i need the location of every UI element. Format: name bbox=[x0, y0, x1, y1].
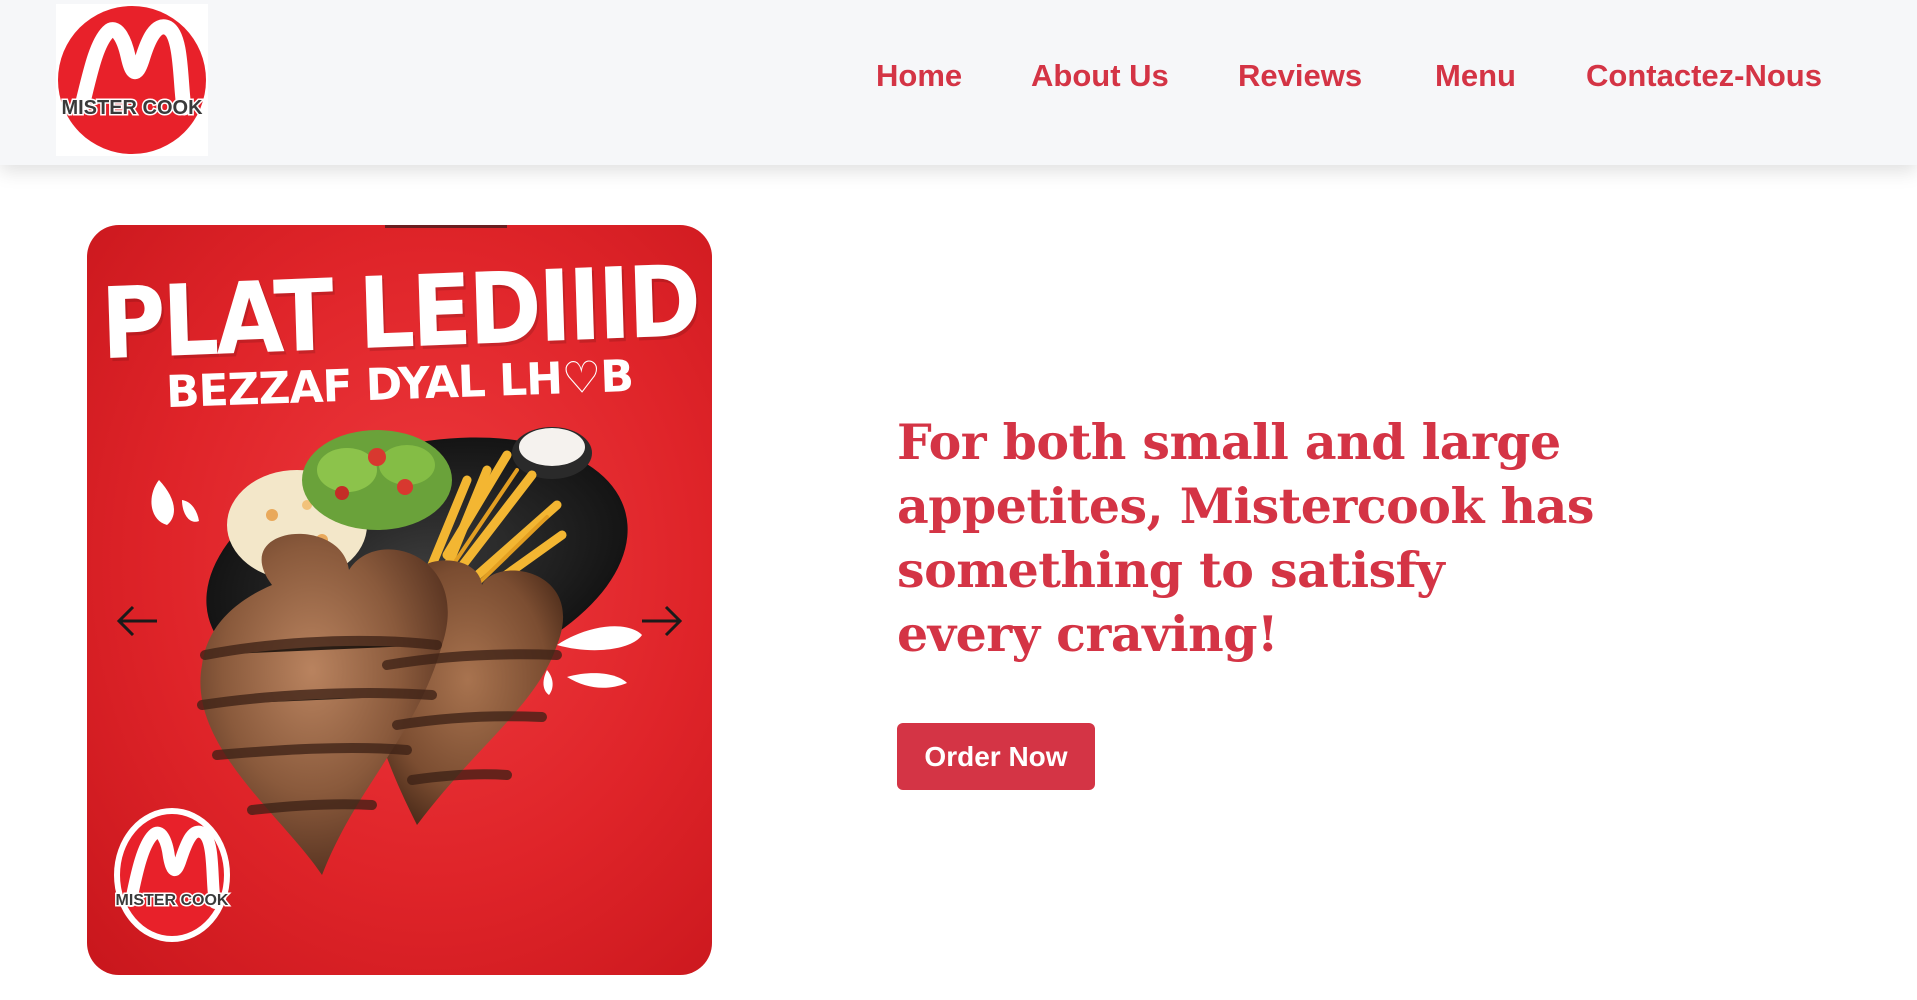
nav-about-link[interactable]: About Us bbox=[1031, 58, 1169, 94]
promo-carousel[interactable]: PLAT LEDIIID BEZZAF DYAL LH♡B MISTER COO… bbox=[87, 225, 712, 975]
nav-home-link[interactable]: Home bbox=[876, 58, 962, 94]
site-header: MISTER COOK Home About Us Reviews Menu C… bbox=[0, 0, 1917, 165]
arrow-left-icon[interactable] bbox=[111, 595, 163, 647]
main-nav: Home About Us Reviews Menu Contactez-Nou… bbox=[0, 0, 1917, 165]
hero-headline: For both small and large appetites, Mist… bbox=[897, 413, 1594, 663]
arrow-right-icon[interactable] bbox=[636, 595, 688, 647]
carousel-brand-logo-icon: MISTER COOK bbox=[114, 808, 230, 942]
carousel-logo-wordmark: MISTER COOK bbox=[116, 892, 229, 909]
nav-reviews-link[interactable]: Reviews bbox=[1238, 58, 1362, 94]
order-now-button[interactable]: Order Now bbox=[897, 723, 1095, 790]
nav-menu-link[interactable]: Menu bbox=[1435, 58, 1516, 94]
nav-contact-link[interactable]: Contactez-Nous bbox=[1586, 58, 1822, 94]
